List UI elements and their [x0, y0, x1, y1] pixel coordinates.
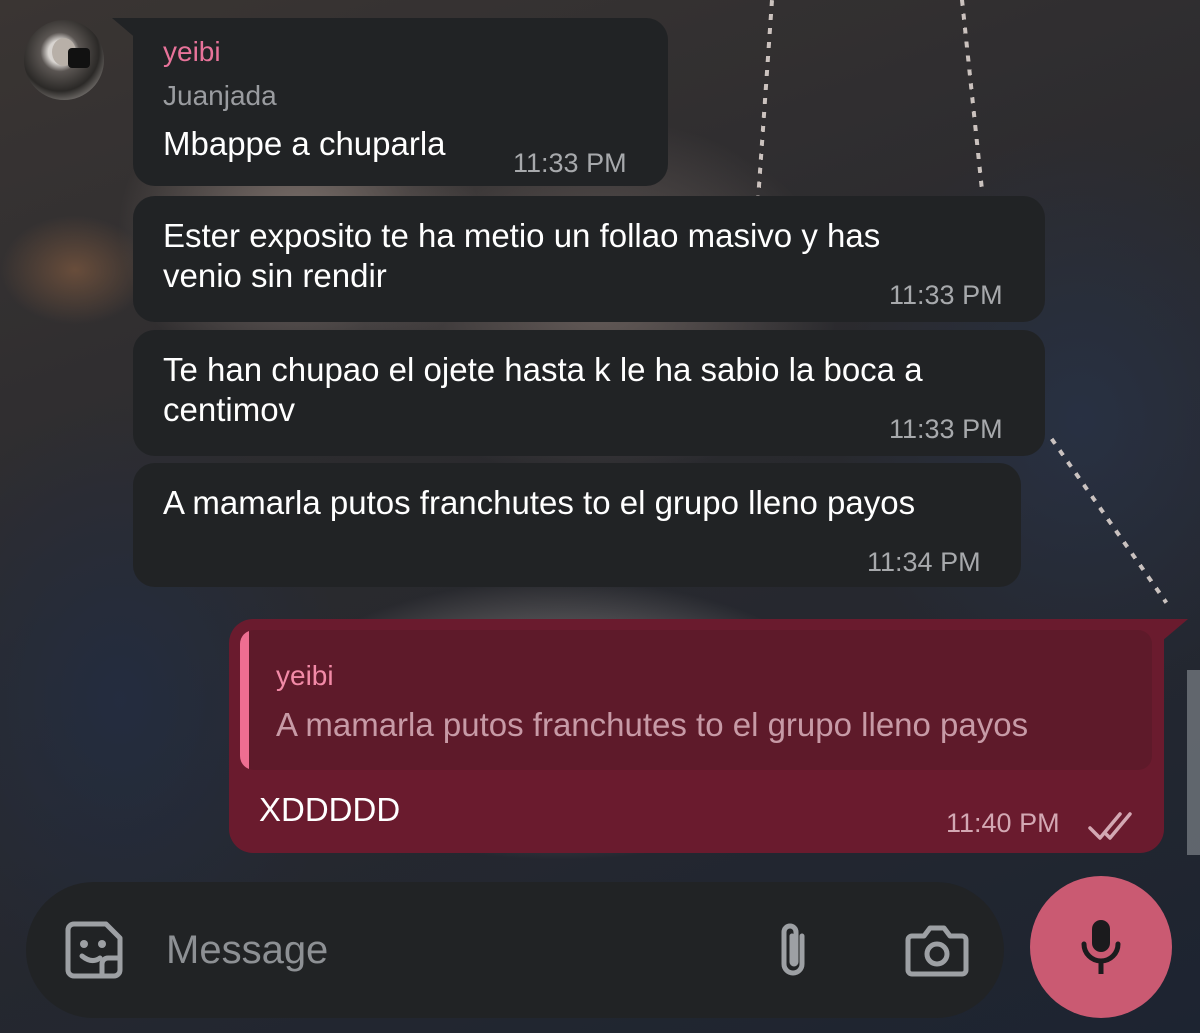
message-time: 11:34 PM — [867, 547, 981, 577]
reply-quote-bar — [240, 630, 249, 770]
record-voice-button[interactable] — [1030, 876, 1172, 1018]
message-time: 11:40 PM — [946, 808, 1060, 838]
incoming-message[interactable]: A mamarla putos franchutes to el grupo l… — [133, 463, 1021, 587]
message-time: 11:33 PM — [889, 414, 1003, 444]
wallpaper-chain — [960, 0, 984, 189]
sender-avatar[interactable] — [24, 20, 104, 100]
reply-quote[interactable]: yeibi A mamarla putos franchutes to el g… — [240, 630, 1152, 770]
scrollbar-thumb[interactable] — [1187, 670, 1200, 855]
forwarded-from-label: Juanjada — [163, 80, 277, 111]
double-check-icon — [1088, 812, 1132, 840]
paperclip-icon[interactable] — [770, 918, 818, 984]
incoming-message[interactable]: Te han chupao el ojete hasta k le ha sab… — [133, 330, 1045, 456]
reply-sender: yeibi — [276, 660, 334, 691]
sticker-icon[interactable] — [62, 918, 126, 982]
wallpaper-necklace — [0, 215, 150, 325]
avatar-camera — [68, 48, 90, 68]
message-time: 11:33 PM — [513, 148, 627, 178]
message-text: A mamarla putos franchutes to el grupo l… — [163, 484, 916, 521]
incoming-message[interactable]: Ester exposito te ha metio un follao mas… — [133, 196, 1045, 322]
camera-icon[interactable] — [904, 922, 970, 978]
reply-text: A mamarla putos franchutes to el grupo l… — [276, 706, 1029, 743]
incoming-message[interactable]: yeibi Juanjada Mbappe a chuparla 11:33 P… — [133, 18, 668, 186]
microphone-icon — [1081, 920, 1121, 974]
sender-name[interactable]: yeibi — [163, 36, 221, 68]
message-text: Mbappe a chuparla — [163, 125, 446, 162]
message-input[interactable] — [166, 918, 726, 982]
message-text: XDDDDD — [259, 791, 401, 828]
message-time: 11:33 PM — [889, 280, 1003, 310]
wallpaper-chain — [756, 0, 774, 200]
bubble-tail — [1162, 619, 1188, 641]
wallpaper-chain — [1050, 437, 1168, 604]
